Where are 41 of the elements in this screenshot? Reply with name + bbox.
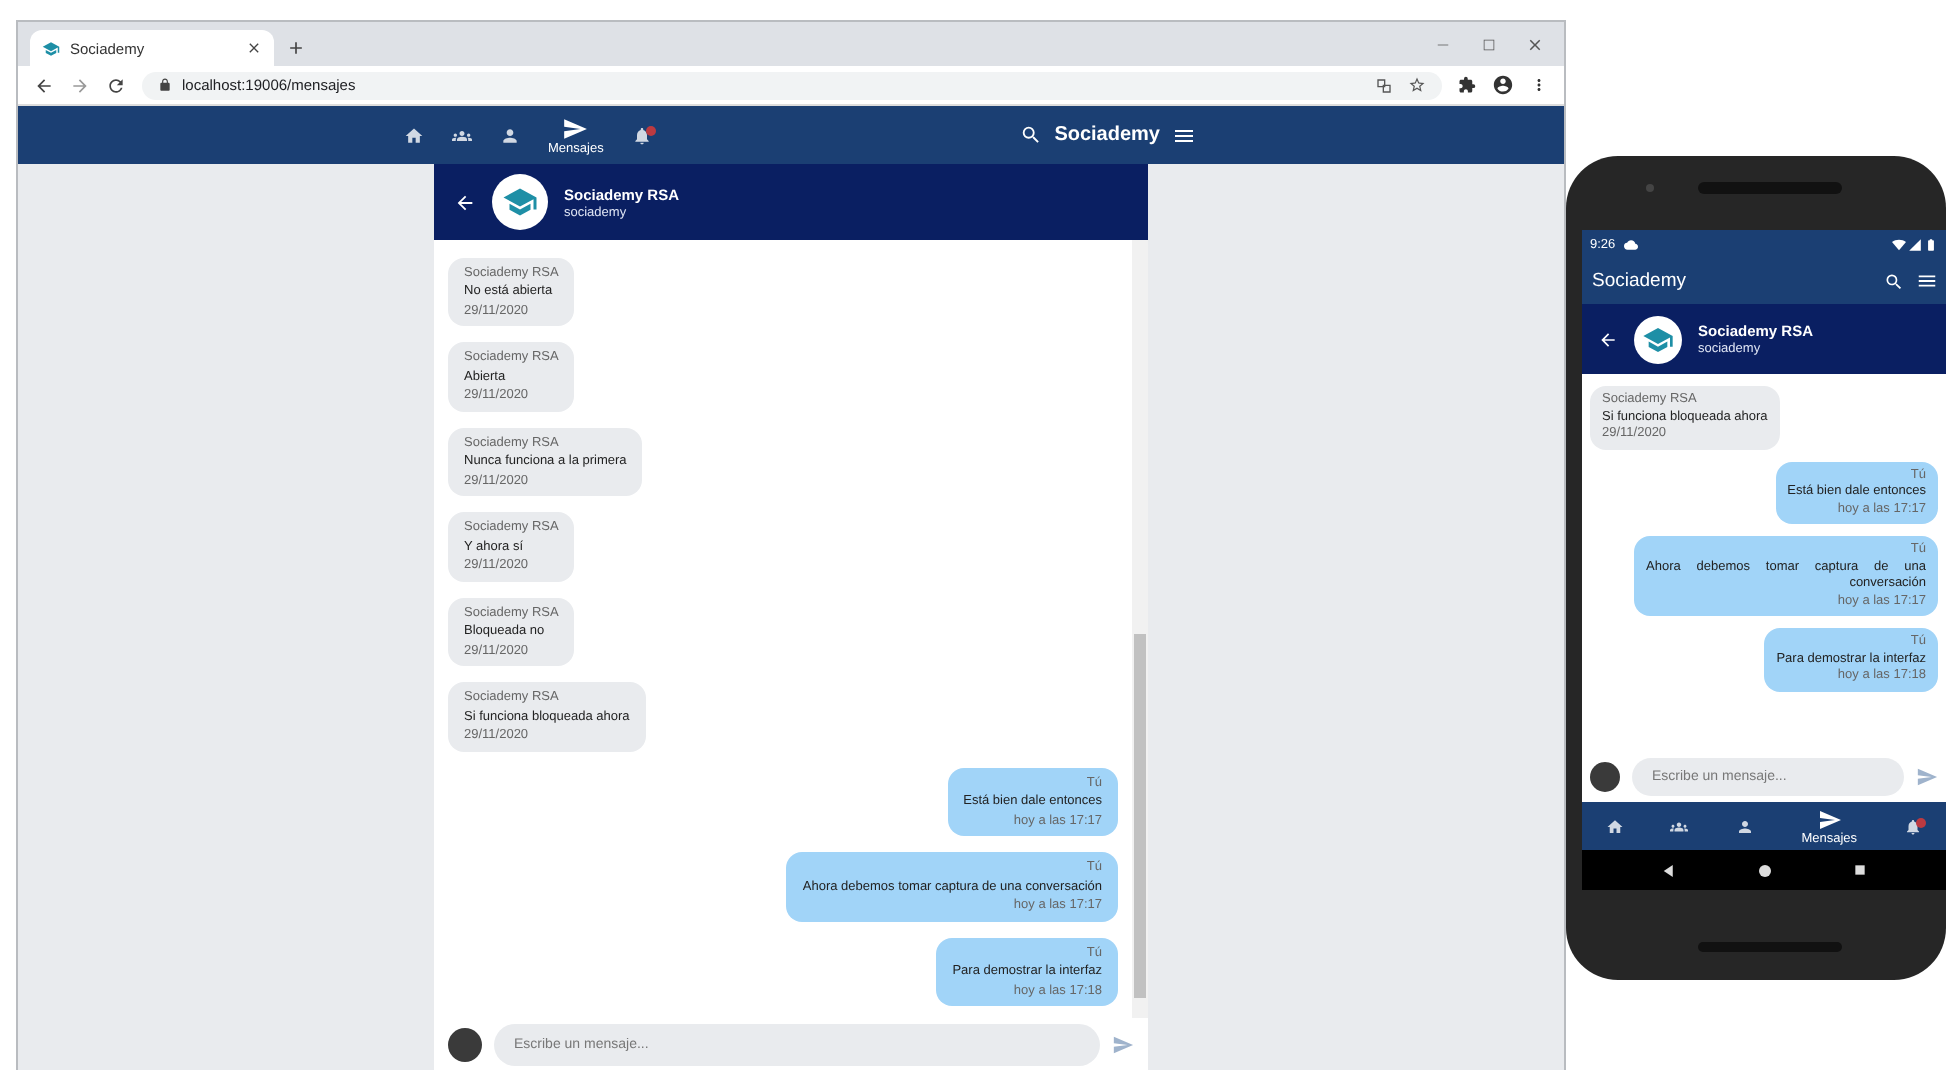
battery-icon — [1924, 237, 1938, 251]
people-icon — [452, 125, 472, 145]
puzzle-icon[interactable] — [1458, 76, 1476, 94]
close-icon[interactable] — [1526, 35, 1544, 53]
scrollbar[interactable] — [1132, 240, 1148, 1018]
search-icon[interactable] — [1020, 124, 1043, 146]
graduation-cap-icon — [502, 184, 538, 220]
nav-tab[interactable] — [446, 125, 478, 145]
reload-icon[interactable] — [106, 75, 126, 95]
people-icon — [1670, 817, 1689, 835]
home-icon — [404, 125, 424, 145]
back-triangle-icon[interactable] — [1660, 861, 1679, 879]
menu-icon[interactable] — [1916, 270, 1938, 292]
plus-icon[interactable] — [286, 37, 306, 57]
back-arrow-icon[interactable] — [1598, 329, 1618, 349]
account-icon[interactable] — [1492, 74, 1514, 96]
bell-icon — [1904, 817, 1923, 835]
back-arrow-icon[interactable] — [454, 191, 476, 213]
back-arrow-icon[interactable] — [34, 75, 54, 95]
paper-plane-icon — [562, 115, 589, 141]
forward-arrow-icon[interactable] — [70, 75, 90, 95]
close-icon[interactable] — [246, 40, 262, 56]
paper-plane-icon — [1817, 807, 1842, 831]
search-icon[interactable] — [1884, 271, 1904, 291]
lock-icon — [158, 78, 172, 92]
cloud-icon — [1623, 237, 1638, 251]
square-icon[interactable] — [1851, 862, 1868, 878]
graduation-cap-icon — [42, 39, 60, 57]
user-avatar — [448, 1027, 482, 1061]
person-icon — [1736, 817, 1755, 835]
wifi-icon — [1892, 237, 1906, 251]
app-title: Sociademy — [1592, 270, 1688, 292]
translate-icon[interactable] — [1376, 77, 1392, 93]
graduation-cap-icon — [1642, 323, 1674, 355]
home-icon — [1605, 817, 1624, 835]
signal-icon — [1908, 237, 1922, 251]
person-icon — [500, 125, 520, 145]
brand-name: Sociademy — [1054, 124, 1160, 146]
star-icon[interactable] — [1408, 76, 1426, 94]
user-avatar — [1590, 762, 1620, 792]
bell-icon — [631, 125, 652, 145]
